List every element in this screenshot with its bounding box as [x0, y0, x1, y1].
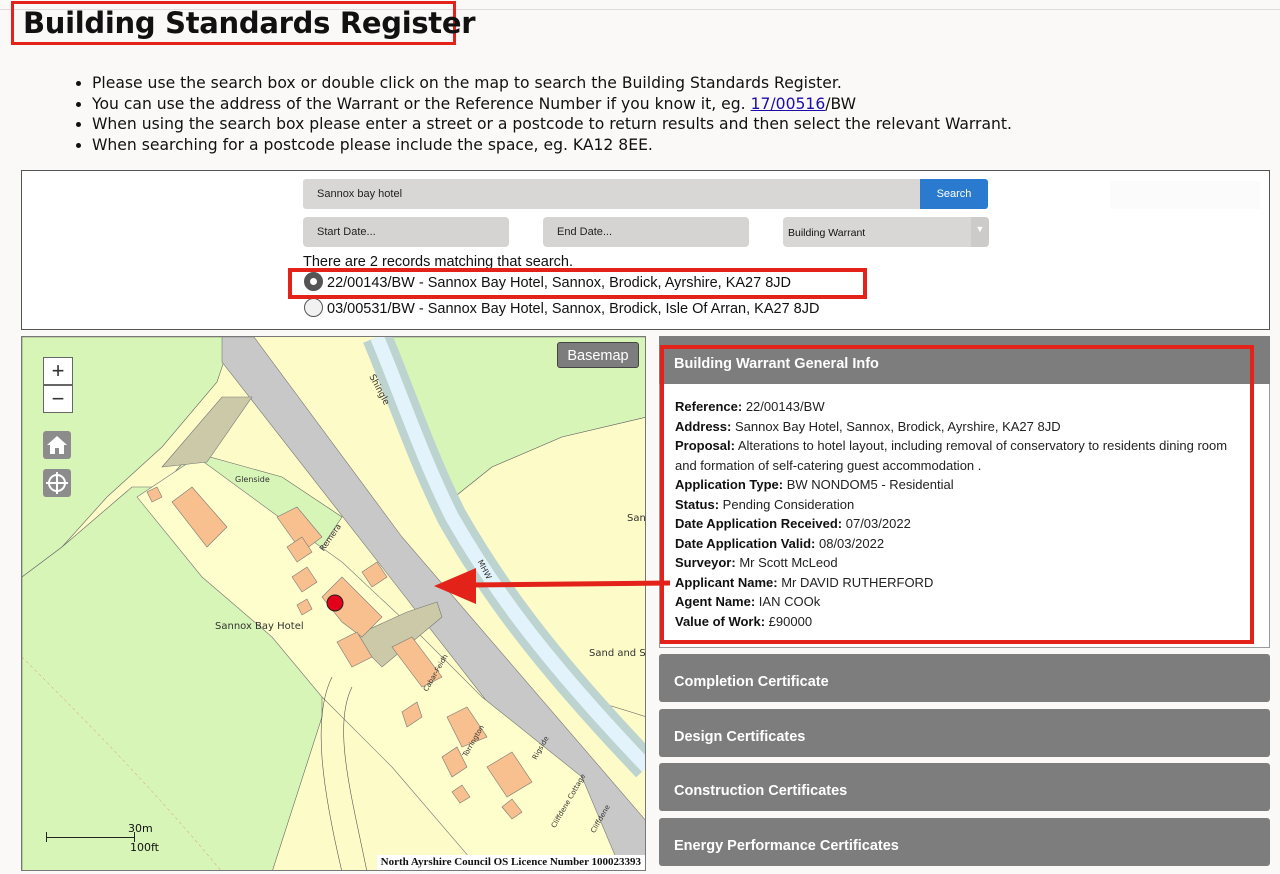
- arrow-shaft: [469, 580, 671, 588]
- arrow-head-icon: [434, 568, 476, 604]
- annotation-arrow: [434, 568, 671, 604]
